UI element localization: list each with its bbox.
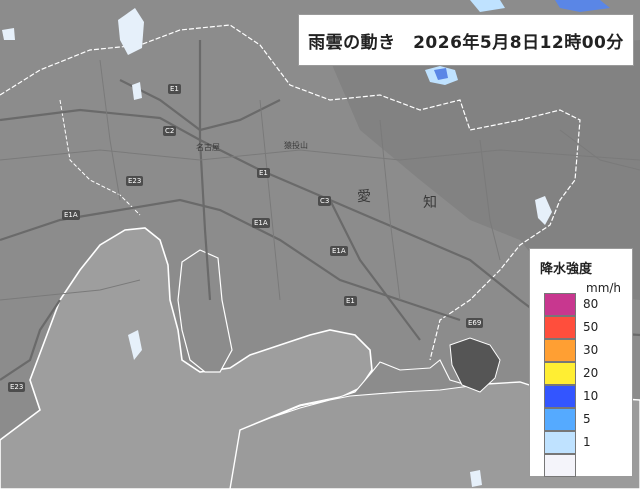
legend-row <box>544 454 628 477</box>
road-sign: E23 <box>8 382 26 392</box>
legend-swatch <box>544 293 576 316</box>
legend-swatch <box>544 385 576 408</box>
legend-label: 20 <box>583 366 599 380</box>
legend-label: 80 <box>583 297 599 311</box>
legend-swatch <box>544 316 576 339</box>
legend-row: 5 <box>544 408 628 431</box>
legend-row: 20 <box>544 362 628 385</box>
road-sign: E1A <box>330 246 348 256</box>
legend-swatch <box>544 362 576 385</box>
road-sign: C3 <box>318 196 332 206</box>
road-sign: E1 <box>168 84 181 94</box>
legend-label: 50 <box>583 320 599 334</box>
legend-label: 10 <box>583 389 599 403</box>
legend-swatch <box>544 454 576 477</box>
road-sign: E69 <box>466 318 484 328</box>
mountain-label: 猿投山 <box>284 141 308 150</box>
legend-row: 50 <box>544 316 628 339</box>
city-label: 名古屋 <box>196 143 220 152</box>
legend-row: 30 <box>544 339 628 362</box>
legend-label: 30 <box>583 343 599 357</box>
road-sign: E1A <box>252 218 270 228</box>
rain-patch-light <box>2 28 15 40</box>
legend-swatch <box>544 431 576 454</box>
legend-title: 降水強度 <box>540 262 593 277</box>
legend-swatch <box>544 339 576 362</box>
legend-label: 1 <box>583 435 591 449</box>
legend-row: 10 <box>544 385 628 408</box>
timestamp-title: 雨雲の動き 2026年5月8日12時00分 <box>298 14 634 66</box>
road-sign: E23 <box>126 176 144 186</box>
rain-patch-light <box>470 470 482 487</box>
road-sign: E1 <box>257 168 270 178</box>
road-sign: E1A <box>62 210 80 220</box>
road-sign: C2 <box>163 126 177 136</box>
legend-swatch <box>544 408 576 431</box>
legend-row: 80 <box>544 293 628 316</box>
legend-row: 1 <box>544 431 628 454</box>
legend-label: 5 <box>583 412 591 426</box>
precipitation-legend: 降水強度 mm/h 80 50 30 20 10 5 1 <box>529 248 633 477</box>
prefecture-label: 愛 <box>357 189 371 205</box>
road-sign: E1 <box>344 296 357 306</box>
prefecture-label: 知 <box>423 195 437 211</box>
